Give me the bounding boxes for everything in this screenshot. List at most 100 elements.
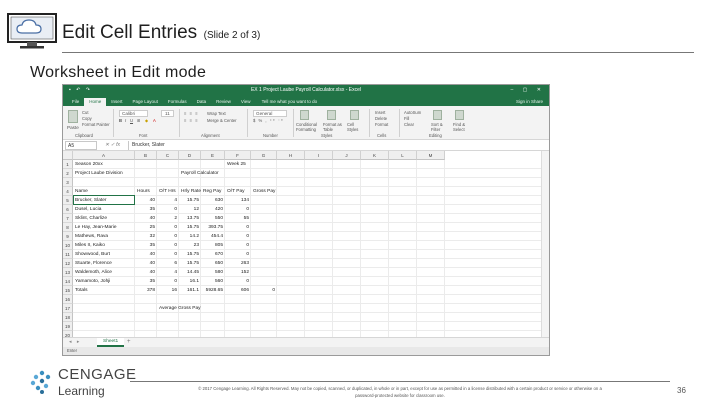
- row-header[interactable]: 19: [63, 322, 73, 331]
- cell[interactable]: 263: [225, 259, 251, 268]
- cell[interactable]: 40: [135, 259, 157, 268]
- cell[interactable]: 560: [201, 277, 225, 286]
- cell[interactable]: Stuarte, Florence: [73, 259, 135, 268]
- delete-cells-button[interactable]: Delete: [375, 116, 387, 121]
- row-header[interactable]: 11: [63, 250, 73, 259]
- cell[interactable]: 15.75: [179, 250, 201, 259]
- cell[interactable]: Hrly Rate: [179, 187, 201, 196]
- cell[interactable]: 12: [179, 205, 201, 214]
- worksheet-grid[interactable]: A B C D E F G H I J K L M 1 2 3 4 5 6 7 8 9 10 11 12 13 14 15 16 17 18…: [63, 151, 549, 355]
- cell[interactable]: 378: [135, 286, 157, 295]
- column-header[interactable]: K: [361, 151, 389, 160]
- cell[interactable]: 580: [201, 268, 225, 277]
- cell[interactable]: 0: [251, 286, 277, 295]
- column-header[interactable]: C: [157, 151, 179, 160]
- cell[interactable]: 630: [201, 196, 225, 205]
- cell[interactable]: O/T Hrs: [157, 187, 179, 196]
- cell[interactable]: 0: [225, 205, 251, 214]
- conditional-formatting-button[interactable]: Conditional Formatting: [296, 122, 322, 132]
- tab-data[interactable]: Data: [192, 98, 212, 106]
- cell[interactable]: Dusel, Lucia: [73, 205, 135, 214]
- fill-button[interactable]: Fill: [404, 116, 409, 121]
- row-header[interactable]: 9: [63, 232, 73, 241]
- cell[interactable]: 0: [157, 223, 179, 232]
- format-as-table-icon[interactable]: [327, 110, 336, 120]
- cell[interactable]: 16.1: [179, 277, 201, 286]
- column-header[interactable]: G: [251, 151, 277, 160]
- cell[interactable]: Totals: [73, 286, 135, 295]
- row-header[interactable]: 1: [63, 160, 73, 169]
- font-size-select[interactable]: 11: [161, 110, 174, 117]
- fx-icon[interactable]: ✕ ✓ fx: [105, 142, 120, 148]
- cell[interactable]: 161.1: [179, 286, 201, 295]
- sheet-nav-arrows[interactable]: ◂ ▸: [69, 338, 81, 347]
- column-header[interactable]: B: [135, 151, 157, 160]
- cell[interactable]: Season 20xx: [73, 160, 135, 169]
- cell[interactable]: 0: [225, 250, 251, 259]
- row-header[interactable]: 13: [63, 268, 73, 277]
- cell[interactable]: 15.75: [179, 223, 201, 232]
- select-all-corner[interactable]: [63, 151, 73, 160]
- wrap-text-button[interactable]: Wrap Text: [207, 111, 226, 116]
- cell[interactable]: 55: [225, 214, 251, 223]
- cell[interactable]: 32: [135, 232, 157, 241]
- cell[interactable]: Reg Pay: [201, 187, 225, 196]
- cell[interactable]: Showwood, Burt: [73, 250, 135, 259]
- paste-button[interactable]: Paste: [67, 125, 79, 130]
- tab-review[interactable]: Review: [211, 98, 236, 106]
- cell[interactable]: 805: [201, 241, 225, 250]
- cell[interactable]: 0: [225, 241, 251, 250]
- sort-filter-button[interactable]: Sort & Filter: [431, 122, 449, 132]
- cut-button[interactable]: Cut: [82, 110, 89, 115]
- cell[interactable]: 134: [225, 196, 251, 205]
- find-select-icon[interactable]: [455, 110, 464, 120]
- cell[interactable]: 670: [201, 250, 225, 259]
- tab-page-layout[interactable]: Page Layout: [128, 98, 163, 106]
- account-share[interactable]: Sign in Share: [516, 98, 543, 106]
- cell[interactable]: 40: [135, 250, 157, 259]
- borders-icon[interactable]: ⊞: [137, 118, 141, 123]
- cell[interactable]: 0: [157, 232, 179, 241]
- cell[interactable]: 35: [135, 241, 157, 250]
- clear-button[interactable]: Clear: [404, 122, 414, 127]
- cell[interactable]: 550: [201, 214, 225, 223]
- vertical-scrollbar[interactable]: [541, 151, 549, 337]
- row-header[interactable]: 16: [63, 295, 73, 304]
- cell[interactable]: Waldemoth, Alice: [73, 268, 135, 277]
- fill-color-icon[interactable]: ◆: [145, 118, 148, 123]
- tab-view[interactable]: View: [236, 98, 256, 106]
- cell[interactable]: Sklint, Charlize: [73, 214, 135, 223]
- cell[interactable]: 5928.65: [201, 286, 225, 295]
- cell-styles-icon[interactable]: [350, 110, 359, 120]
- autosum-button[interactable]: AutoSum: [404, 110, 421, 115]
- cell[interactable]: 40: [135, 268, 157, 277]
- column-header[interactable]: M: [417, 151, 445, 160]
- italic-button[interactable]: I: [125, 118, 126, 123]
- cell[interactable]: 0: [225, 277, 251, 286]
- sheet-tab-sheet1[interactable]: Sheet1: [97, 338, 125, 347]
- formula-input[interactable]: Brucker, Slater: [128, 140, 549, 150]
- cell-styles-button[interactable]: Cell Styles: [347, 122, 365, 132]
- column-header[interactable]: F: [225, 151, 251, 160]
- cell[interactable]: 25: [135, 223, 157, 232]
- row-header[interactable]: 2: [63, 169, 73, 178]
- row-header[interactable]: 6: [63, 205, 73, 214]
- cell[interactable]: 15.75: [179, 196, 201, 205]
- format-cells-button[interactable]: Format: [375, 122, 388, 127]
- tab-home[interactable]: Home: [84, 98, 107, 106]
- row-header[interactable]: 17: [63, 304, 73, 313]
- cell[interactable]: 35: [135, 277, 157, 286]
- cell[interactable]: 0: [225, 232, 251, 241]
- cell[interactable]: Hours: [135, 187, 157, 196]
- cell[interactable]: 0: [157, 241, 179, 250]
- cell[interactable]: 650: [201, 259, 225, 268]
- bold-button[interactable]: B: [119, 118, 122, 123]
- format-as-table-button[interactable]: Format as Table: [323, 122, 345, 132]
- column-header[interactable]: I: [305, 151, 333, 160]
- cell[interactable]: Project Laube Division: [73, 169, 135, 178]
- tell-me-search[interactable]: Tell me what you want to do: [262, 98, 318, 106]
- column-header[interactable]: E: [201, 151, 225, 160]
- row-header[interactable]: 3: [63, 178, 73, 187]
- tab-insert[interactable]: Insert: [106, 98, 127, 106]
- cell[interactable]: 16: [157, 286, 179, 295]
